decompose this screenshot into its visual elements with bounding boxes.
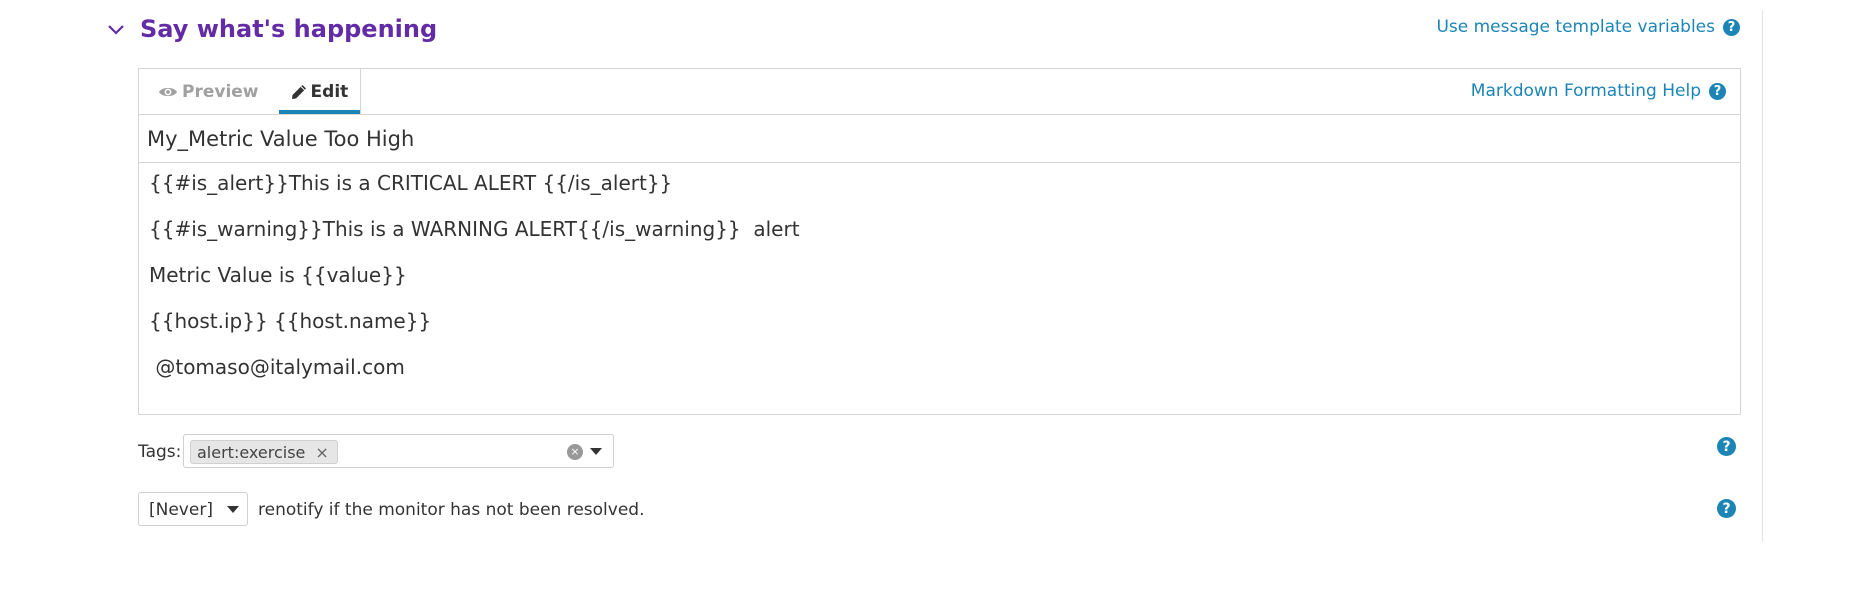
section-header: Say what's happening Use message templat… — [100, 12, 1740, 48]
renotify-select[interactable]: [Never] — [138, 492, 248, 526]
message-title-input[interactable] — [139, 115, 1740, 163]
tags-dropdown-caret-icon[interactable] — [590, 448, 602, 455]
body-line: @tomaso@italymail.com — [149, 355, 405, 379]
tab-edit[interactable]: Edit — [278, 69, 361, 114]
markdown-help-label[interactable]: Markdown Formatting Help — [1471, 81, 1701, 101]
body-line: Metric Value is {{value}} — [149, 263, 407, 287]
chevron-down-icon[interactable] — [106, 20, 126, 40]
template-variables-link[interactable]: Use message template variables ? — [1436, 17, 1740, 37]
tab-edit-label: Edit — [310, 81, 349, 102]
renotify-dropdown-caret-icon[interactable] — [227, 506, 239, 513]
pencil-icon — [291, 84, 306, 99]
body-line: {{host.ip}} {{host.name}} — [149, 309, 432, 333]
section-title: Say what's happening — [140, 15, 438, 43]
body-line: {{#is_alert}}This is a CRITICAL ALERT {{… — [149, 171, 673, 195]
tag-chip: alert:exercise × — [190, 440, 338, 464]
tag-chip-label: alert:exercise — [197, 442, 306, 462]
help-icon[interactable]: ? — [1723, 18, 1740, 36]
editor-tabs: Preview Edit — [139, 69, 362, 114]
tags-help-icon[interactable]: ? — [1717, 437, 1736, 456]
tab-preview[interactable]: Preview — [146, 69, 271, 114]
markdown-help-link[interactable]: Markdown Formatting Help ? — [1471, 81, 1726, 101]
remove-tag-icon[interactable]: × — [315, 443, 328, 462]
renotify-help-icon[interactable]: ? — [1717, 499, 1736, 518]
editor-toolbar: Preview Edit Markdown Formatting Help ? — [139, 69, 1740, 115]
tags-input[interactable]: alert:exercise × × — [183, 434, 614, 468]
clear-tags-icon[interactable]: × — [567, 444, 583, 460]
tags-label: Tags: — [138, 442, 182, 462]
help-icon[interactable]: ? — [1709, 82, 1726, 100]
right-divider — [1762, 10, 1763, 542]
renotify-selected-value: [Never] — [149, 500, 213, 520]
template-variables-label[interactable]: Use message template variables — [1436, 17, 1715, 37]
message-body-textarea[interactable]: {{#is_alert}}This is a CRITICAL ALERT {{… — [139, 164, 1740, 414]
message-editor: Preview Edit Markdown Formatting Help ? … — [138, 68, 1741, 415]
tab-preview-label: Preview — [182, 81, 259, 102]
renotify-description: renotify if the monitor has not been res… — [258, 500, 645, 520]
eye-icon — [159, 87, 177, 96]
body-line: {{#is_warning}}This is a WARNING ALERT{{… — [149, 217, 800, 241]
